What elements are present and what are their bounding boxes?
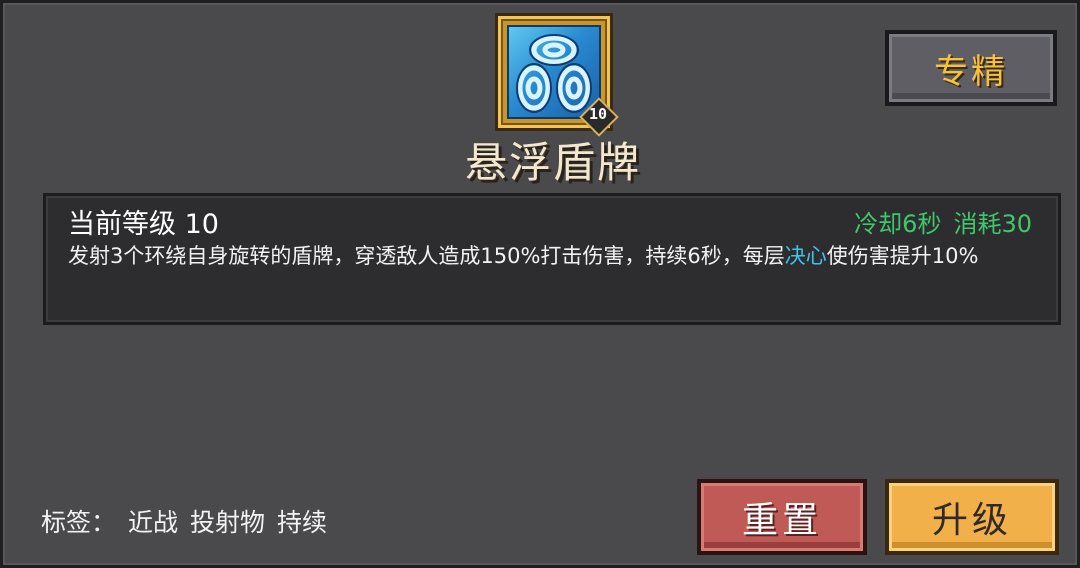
tag-item: 持续 — [277, 508, 328, 537]
specialize-button[interactable]: 专精 — [885, 30, 1057, 106]
skill-stats: 冷却6秒 消耗30 — [854, 204, 1032, 239]
keyword-resolve[interactable]: 决心 — [785, 244, 827, 268]
description-text-end: 使伤害提升10% — [826, 244, 979, 268]
current-level-label: 当前等级 10 — [68, 209, 219, 240]
cooldown-text: 冷却6秒 — [854, 210, 942, 238]
skill-tags: 标签： 近战 投射物 持续 — [41, 503, 327, 539]
upgrade-button[interactable]: 升级 — [885, 479, 1059, 555]
level-badge-number: 10 — [588, 105, 608, 123]
skill-description: 发射3个环绕自身旋转的盾牌，穿透敌人造成150%打击伤害，持续6秒，每层决心使伤… — [68, 242, 1036, 270]
skill-detail-panel: 10 悬浮盾牌 专精 当前等级 10 冷却6秒 消耗30 发射3个环绕自身旋转的盾… — [0, 0, 1080, 568]
description-text: 发射3个环绕自身旋转的盾牌，穿透敌人造成150%打击伤害，持续6秒，每层 — [68, 244, 785, 268]
tag-item: 投射物 — [190, 508, 266, 537]
cost-text: 消耗30 — [953, 210, 1032, 238]
skill-description-box: 当前等级 10 冷却6秒 消耗30 发射3个环绕自身旋转的盾牌，穿透敌人造成150… — [43, 193, 1061, 325]
tags-label: 标签： — [41, 508, 117, 537]
level-badge: 10 — [579, 97, 619, 137]
skill-title: 悬浮盾牌 — [464, 138, 641, 187]
reset-button[interactable]: 重置 — [697, 479, 867, 555]
tag-item: 近战 — [128, 508, 179, 537]
